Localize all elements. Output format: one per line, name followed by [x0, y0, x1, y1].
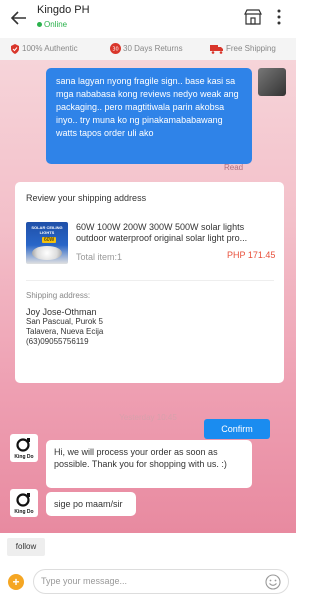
message-timestamp: Yesterday 10:45	[119, 413, 177, 422]
user-avatar	[258, 68, 286, 96]
follow-button[interactable]: follow	[7, 538, 45, 556]
product-price: PHP 171.45	[227, 250, 276, 260]
outgoing-message[interactable]: sana lagyan nyong fragile sign.. base ka…	[46, 68, 252, 164]
svg-text:30: 30	[112, 47, 118, 53]
shipping-address-label: Shipping address:	[26, 291, 91, 300]
shield-check-icon	[11, 43, 19, 54]
shipping-address: Joy Jose-Othman San Pascual, Purok 5 Tal…	[26, 307, 103, 347]
store-icon[interactable]	[244, 9, 262, 25]
confirm-button[interactable]: Confirm	[204, 419, 270, 439]
shop-name[interactable]: Kingdo PH	[37, 4, 90, 16]
trust-bar: 100% Authentic 30 30 Days Returns Free Sh…	[0, 38, 296, 60]
incoming-message[interactable]: Hi, we will process your order as soon a…	[46, 440, 252, 488]
recipient-name: Joy Jose-Othman	[26, 307, 97, 317]
product-name[interactable]: 60W 100W 200W 300W 500W solar lights out…	[76, 222, 276, 244]
online-label: Online	[44, 20, 68, 29]
order-review-card: Review your shipping address SOLAR CEILI…	[15, 182, 284, 439]
returns-badge-icon: 30	[110, 43, 121, 55]
address-line-1: San Pascual, Purok 5	[26, 317, 103, 326]
plus-icon[interactable]: +	[8, 574, 24, 590]
trust-shipping: Free Shipping	[210, 43, 276, 55]
trust-returns: 30 30 Days Returns	[110, 43, 183, 55]
delivery-truck-icon	[210, 44, 223, 54]
emoji-icon[interactable]	[265, 574, 281, 590]
kingdo-logo-icon	[16, 438, 30, 452]
order-card-title: Review your shipping address	[26, 193, 147, 203]
bottom-bar: follow + Type your message...	[0, 533, 296, 600]
shop-avatar: King Do	[10, 434, 38, 462]
online-status: Online	[37, 20, 67, 29]
chat-area[interactable]: sana lagyan nyong fragile sign.. base ka…	[0, 60, 296, 533]
recipient-phone: (63)09055756119	[26, 337, 89, 346]
total-items: Total item:1	[76, 252, 123, 262]
incoming-message[interactable]: sige po maam/sir	[46, 492, 136, 516]
address-line-2: Talavera, Nueva Ecija	[26, 327, 104, 336]
product-thumbnail[interactable]: SOLAR CEILING LIGHTS 60W	[26, 222, 68, 264]
back-arrow-icon[interactable]	[10, 9, 28, 27]
lamp-image	[32, 246, 62, 260]
kingdo-logo-icon	[16, 493, 30, 507]
message-input[interactable]: Type your message...	[33, 569, 289, 594]
read-receipt: Read	[224, 163, 244, 172]
chat-header: Kingdo PH Online	[0, 0, 296, 38]
more-options-icon[interactable]	[276, 8, 282, 26]
trust-authentic: 100% Authentic	[10, 43, 78, 55]
shop-avatar: King Do	[10, 489, 38, 517]
divider	[26, 280, 274, 281]
online-dot-icon	[37, 22, 42, 28]
